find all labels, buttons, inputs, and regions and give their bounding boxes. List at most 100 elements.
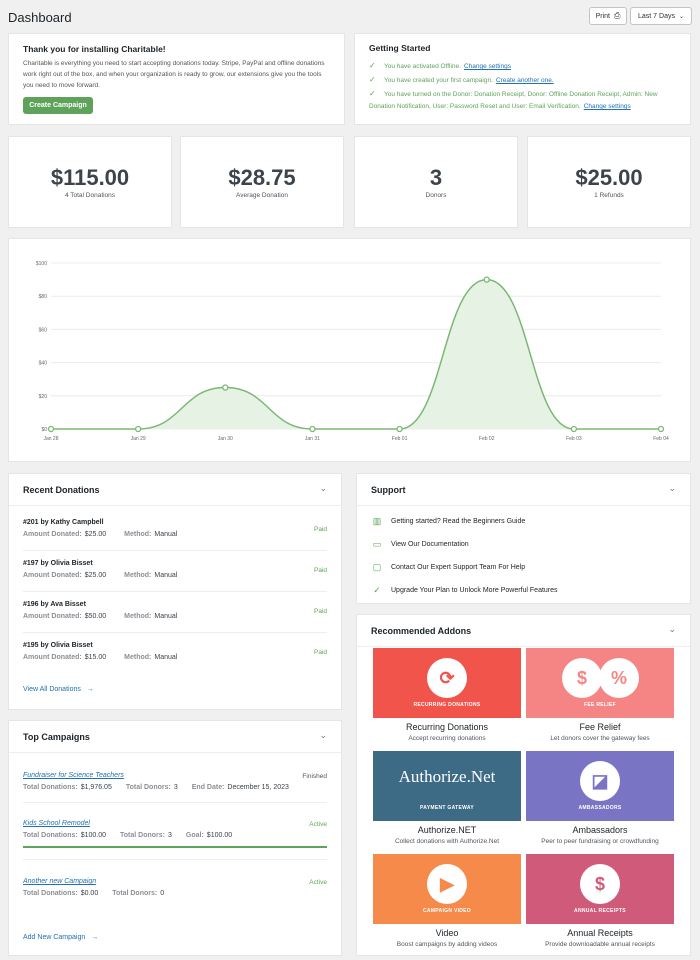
amount-label: Amount Donated: [23, 572, 82, 579]
addon-tile[interactable]: ▶ CAMPAIGN VIDEO [373, 854, 521, 924]
addon-tile[interactable]: $ ANNUAL RECEIPTS [526, 854, 674, 924]
divider [23, 550, 327, 551]
amount-label: Amount Donated: [23, 531, 82, 538]
addon-tile-label: RECURRING DONATIONS [413, 702, 481, 708]
donation-status: Paid [313, 526, 327, 533]
addon-tile[interactable]: ◪ AMBASSADORS [526, 751, 674, 821]
view-all-donations-link[interactable]: View All Donations → [23, 686, 94, 693]
check-icon: ✓ [369, 75, 376, 84]
support-item[interactable]: ▭ View Our Documentation [371, 539, 469, 550]
check-icon: ✓ [369, 61, 376, 70]
addon-desc: Accept recurring donations [408, 735, 486, 742]
stat-card: $28.75 Average Donation [180, 136, 344, 228]
campaign-meta: Total Donations: $0.00 Total Donors: 0 [23, 890, 164, 897]
getting-started-title: Getting Started [369, 43, 431, 53]
print-label: Print [595, 12, 610, 20]
donation-meta: Amount Donated: $15.00 Method: Manual [23, 654, 177, 661]
addon-tile-label: FEE RELIEF [584, 702, 616, 708]
y-tick-label: $80 [39, 294, 48, 300]
support-item-label: Upgrade Your Plan to Unlock More Powerfu… [391, 587, 558, 594]
addon-tile[interactable]: Authorize.Net PAYMENT GATEWAY [373, 751, 521, 821]
campaign-meta-label: End Date: [191, 784, 225, 791]
campaign-progress-bar [23, 846, 327, 848]
getting-started-item-text: You have created your first campaign. [384, 77, 493, 84]
stat-label: 4 Total Donations [64, 192, 116, 199]
x-tick-label: Jan 29 [131, 436, 146, 442]
stat-card: 3 Donors [354, 136, 518, 228]
y-tick-label: $20 [39, 394, 48, 400]
data-point [396, 425, 403, 433]
stat-card: $25.00 1 Refunds [527, 136, 691, 228]
campaign-meta-value: 3 [168, 832, 172, 839]
stat-label: Average Donation [236, 192, 288, 199]
stat-label: Donors [425, 192, 447, 199]
method-label: Method: [124, 531, 152, 538]
campaign-status: Finished [302, 773, 327, 780]
support-item-label: Getting started? Read the Beginners Guid… [391, 518, 526, 525]
campaign-status: Active [309, 821, 327, 828]
addon-tile-label: PAYMENT GATEWAY [420, 805, 474, 811]
campaign-meta-label: Total Donors: [125, 784, 171, 791]
stat-value: $25.00 [575, 165, 643, 190]
welcome-card: Thank you for installing Charitable! Cha… [8, 33, 345, 125]
campaign-meta-value: $100.00 [80, 832, 107, 839]
method-value: Manual [154, 572, 178, 579]
getting-started-item-link[interactable]: Change settings [584, 103, 631, 110]
create-campaign-button[interactable]: Create Campaign [23, 97, 93, 114]
campaign-meta-value: December 15, 2023 [227, 784, 289, 791]
x-tick-label: Feb 02 [479, 436, 495, 442]
donation-status: Paid [313, 649, 327, 656]
campaign-meta-label: Total Donors: [120, 832, 165, 839]
addon-tile[interactable]: $% FEE RELIEF [526, 648, 674, 718]
ambassadors-icon: ◪ [580, 761, 620, 801]
amount-value: $25.00 [84, 531, 107, 538]
support-item-label: View Our Documentation [391, 541, 469, 548]
addon-desc: Let donors cover the gateway fees [550, 735, 650, 742]
donation-name: #195 by Olivia Bisset [23, 642, 93, 649]
percent-icon: % [599, 658, 639, 698]
getting-started-item-link[interactable]: Change settings [464, 63, 511, 70]
chevron-down-icon[interactable]: ⌄ [668, 483, 676, 494]
welcome-title: Thank you for installing Charitable! [23, 44, 166, 54]
method-label: Method: [124, 572, 152, 579]
getting-started-item-text: You have activated Offline. [384, 63, 461, 70]
support-item[interactable]: ▥ Getting started? Read the Beginners Gui… [371, 516, 526, 527]
printer-icon: ⎙ [614, 11, 621, 20]
stat-label: 1 Refunds [594, 192, 624, 199]
refresh-icon: ⟳ [427, 658, 467, 698]
support-item[interactable]: ▢ Contact Our Expert Support Team For Hel… [371, 562, 525, 573]
chevron-down-icon[interactable]: ⌄ [668, 624, 676, 635]
support-item[interactable]: ✓ Upgrade Your Plan to Unlock More Powerf… [371, 585, 558, 596]
chevron-down-icon[interactable]: ⌄ [319, 730, 327, 741]
campaign-name-link[interactable]: Kids School Remodel [23, 820, 90, 827]
donations-chart: $0 $20 $40 $60 $80 $100 Jan 28 Jan 29 Jan 30 Jan … [36, 261, 669, 442]
y-tick-label: $0 [41, 427, 47, 433]
stat-card: $115.00 4 Total Donations [8, 136, 172, 228]
arrow-right-icon: → [86, 686, 94, 693]
check-icon: ✓ [373, 585, 381, 595]
date-range-label: Last 7 Days [638, 12, 675, 20]
print-button[interactable]: Print ⎙ [589, 7, 627, 25]
stat-value: $28.75 [228, 165, 296, 190]
divider [23, 591, 327, 592]
campaign-progress-fill [23, 846, 327, 848]
addon-desc: Boost campaigns by adding videos [396, 941, 498, 948]
view-all-donations-label: View All Donations [23, 686, 81, 693]
addon-desc: Peer to peer fundraising or crowdfunding [541, 838, 659, 845]
donation-status: Paid [313, 567, 327, 574]
add-new-campaign-link[interactable]: Add New Campaign → [23, 934, 98, 941]
chevron-down-icon[interactable]: ⌄ [319, 483, 327, 494]
campaign-name-link[interactable]: Fundraiser for Science Teachers [23, 772, 124, 779]
donation-name: #201 by Kathy Campbell [23, 519, 104, 526]
amount-label: Amount Donated: [23, 613, 82, 620]
addon-tile[interactable]: ⟳ RECURRING DONATIONS [373, 648, 521, 718]
donation-name: #197 by Olivia Bisset [23, 560, 93, 567]
getting-started-item-link[interactable]: Create another one. [496, 77, 554, 84]
campaign-name-link[interactable]: Another new Campaign [23, 878, 96, 885]
data-point [570, 425, 578, 433]
stat-value: $115.00 [50, 165, 130, 190]
date-range-select[interactable]: Last 7 Days ⌄ [630, 7, 692, 25]
chevron-down-icon: ⌄ [678, 13, 684, 20]
y-tick-label: $60 [39, 327, 48, 333]
amount-label: Amount Donated: [23, 654, 82, 661]
